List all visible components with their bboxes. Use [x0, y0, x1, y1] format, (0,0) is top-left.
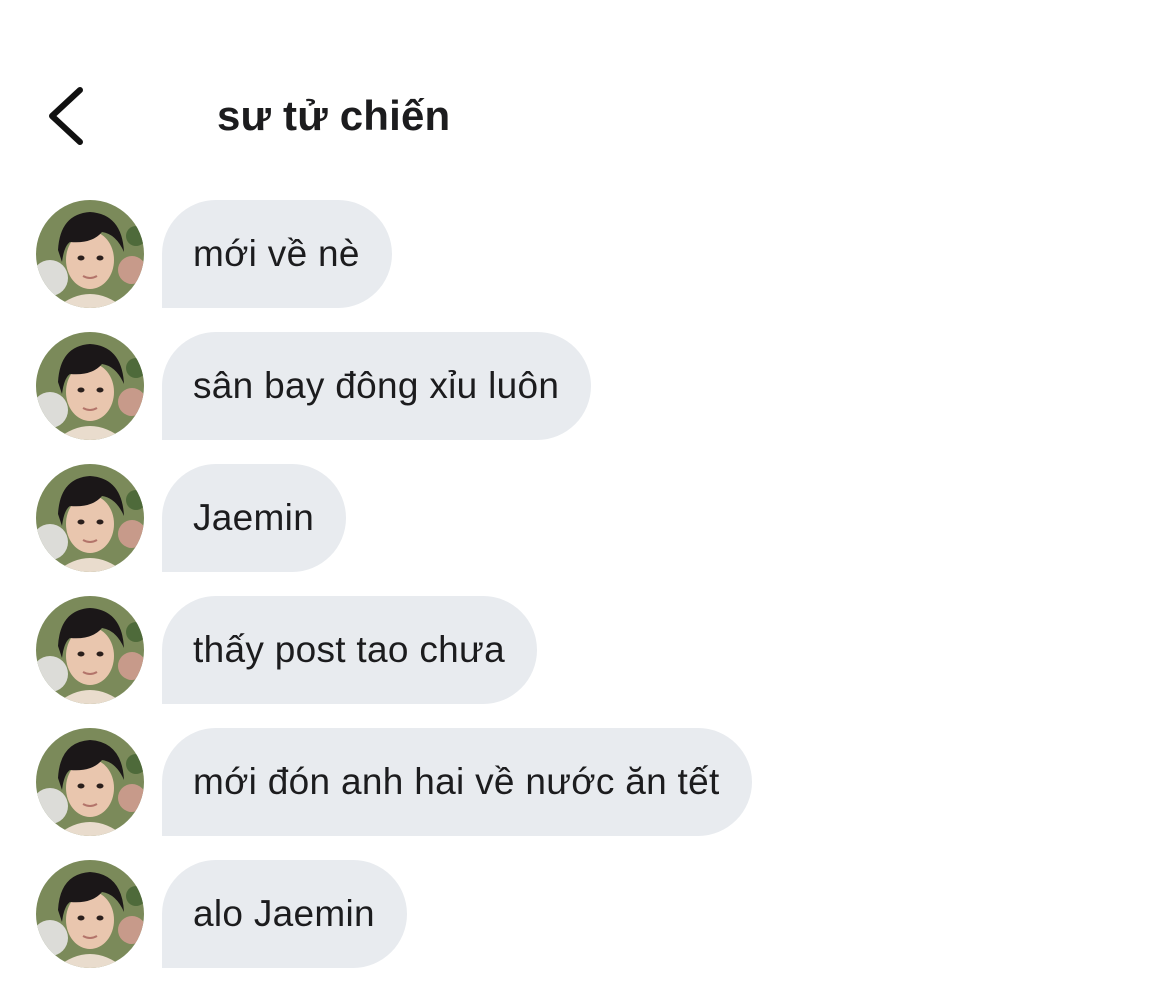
message-bubble[interactable]: Jaemin — [162, 464, 347, 572]
avatar-image — [36, 728, 144, 836]
message-row: alo Jaemin — [0, 860, 1169, 968]
avatar-image — [36, 464, 144, 572]
chat-header: sư tử chiến — [0, 0, 1169, 200]
chat-title: sư tử chiến — [217, 92, 451, 139]
avatar-image — [36, 860, 144, 968]
avatar[interactable] — [36, 464, 144, 572]
message-bubble[interactable]: thấy post tao chưa — [162, 596, 537, 704]
avatar-image — [36, 200, 144, 308]
avatar[interactable] — [36, 596, 144, 704]
avatar-image — [36, 596, 144, 704]
chevron-left-icon — [49, 87, 83, 145]
avatar[interactable] — [36, 728, 144, 836]
message-bubble[interactable]: mới về nè — [162, 200, 392, 308]
message-row: Jaemin — [0, 464, 1169, 572]
message-row: mới về nè — [0, 200, 1169, 308]
message-row: sân bay đông xỉu luôn — [0, 332, 1169, 440]
message-row: mới đón anh hai về nước ăn tết — [0, 728, 1169, 836]
avatar[interactable] — [36, 200, 144, 308]
message-bubble[interactable]: mới đón anh hai về nước ăn tết — [162, 728, 752, 836]
back-button[interactable] — [36, 80, 96, 152]
avatar-image — [36, 332, 144, 440]
avatar[interactable] — [36, 332, 144, 440]
message-row: thấy post tao chưa — [0, 596, 1169, 704]
avatar[interactable] — [36, 860, 144, 968]
message-bubble[interactable]: alo Jaemin — [162, 860, 407, 968]
message-bubble[interactable]: sân bay đông xỉu luôn — [162, 332, 592, 440]
